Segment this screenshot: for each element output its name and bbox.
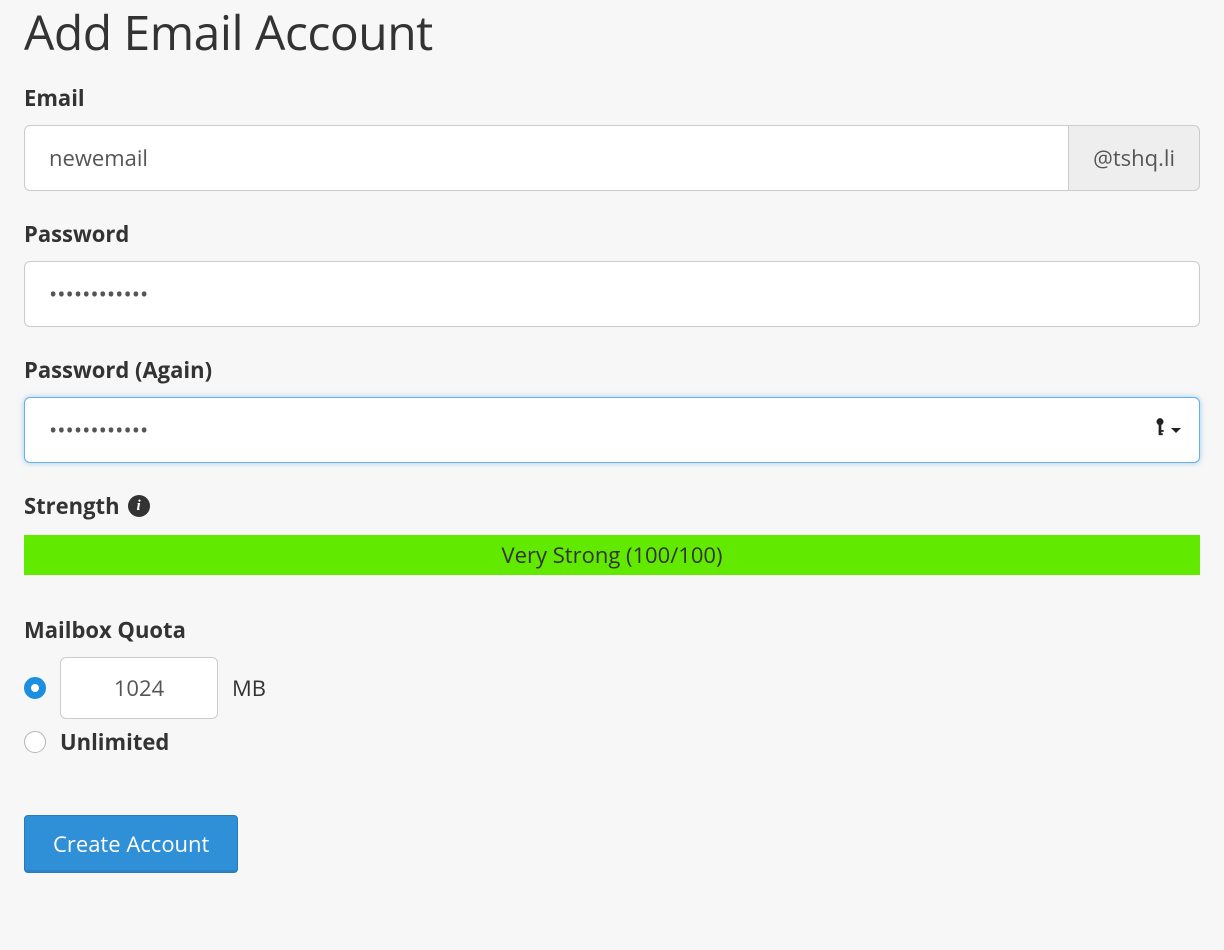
info-icon[interactable]: i bbox=[128, 495, 150, 517]
create-account-button[interactable]: Create Account bbox=[24, 815, 238, 873]
strength-meter: Very Strong (100/100) bbox=[24, 535, 1200, 575]
password-generator-toggle[interactable] bbox=[1152, 418, 1182, 443]
quota-label: Mailbox Quota bbox=[24, 615, 1200, 645]
quota-fixed-radio[interactable] bbox=[24, 677, 46, 699]
quota-unit-label: MB bbox=[232, 673, 266, 703]
page-title: Add Email Account bbox=[24, 0, 1200, 65]
strength-label: Strength bbox=[24, 491, 120, 521]
password-again-label: Password (Again) bbox=[24, 355, 1200, 385]
chevron-down-icon bbox=[1170, 419, 1182, 441]
password-again-input[interactable] bbox=[24, 397, 1200, 463]
password-group: Password bbox=[24, 219, 1200, 327]
password-again-group: Password (Again) bbox=[24, 355, 1200, 463]
quota-group: Mailbox Quota MB Unlimited bbox=[24, 615, 1200, 757]
email-label: Email bbox=[24, 83, 1200, 113]
quota-unlimited-label: Unlimited bbox=[60, 727, 169, 757]
quota-unlimited-radio[interactable] bbox=[24, 731, 46, 753]
email-input-group: @tshq.li bbox=[24, 125, 1200, 191]
quota-value-input[interactable] bbox=[60, 657, 218, 719]
email-domain-suffix: @tshq.li bbox=[1068, 125, 1200, 191]
email-group: Email @tshq.li bbox=[24, 83, 1200, 191]
strength-group: Strength i Very Strong (100/100) bbox=[24, 491, 1200, 575]
email-input[interactable] bbox=[24, 125, 1068, 191]
password-input[interactable] bbox=[24, 261, 1200, 327]
password-label: Password bbox=[24, 219, 1200, 249]
key-icon bbox=[1152, 418, 1168, 443]
